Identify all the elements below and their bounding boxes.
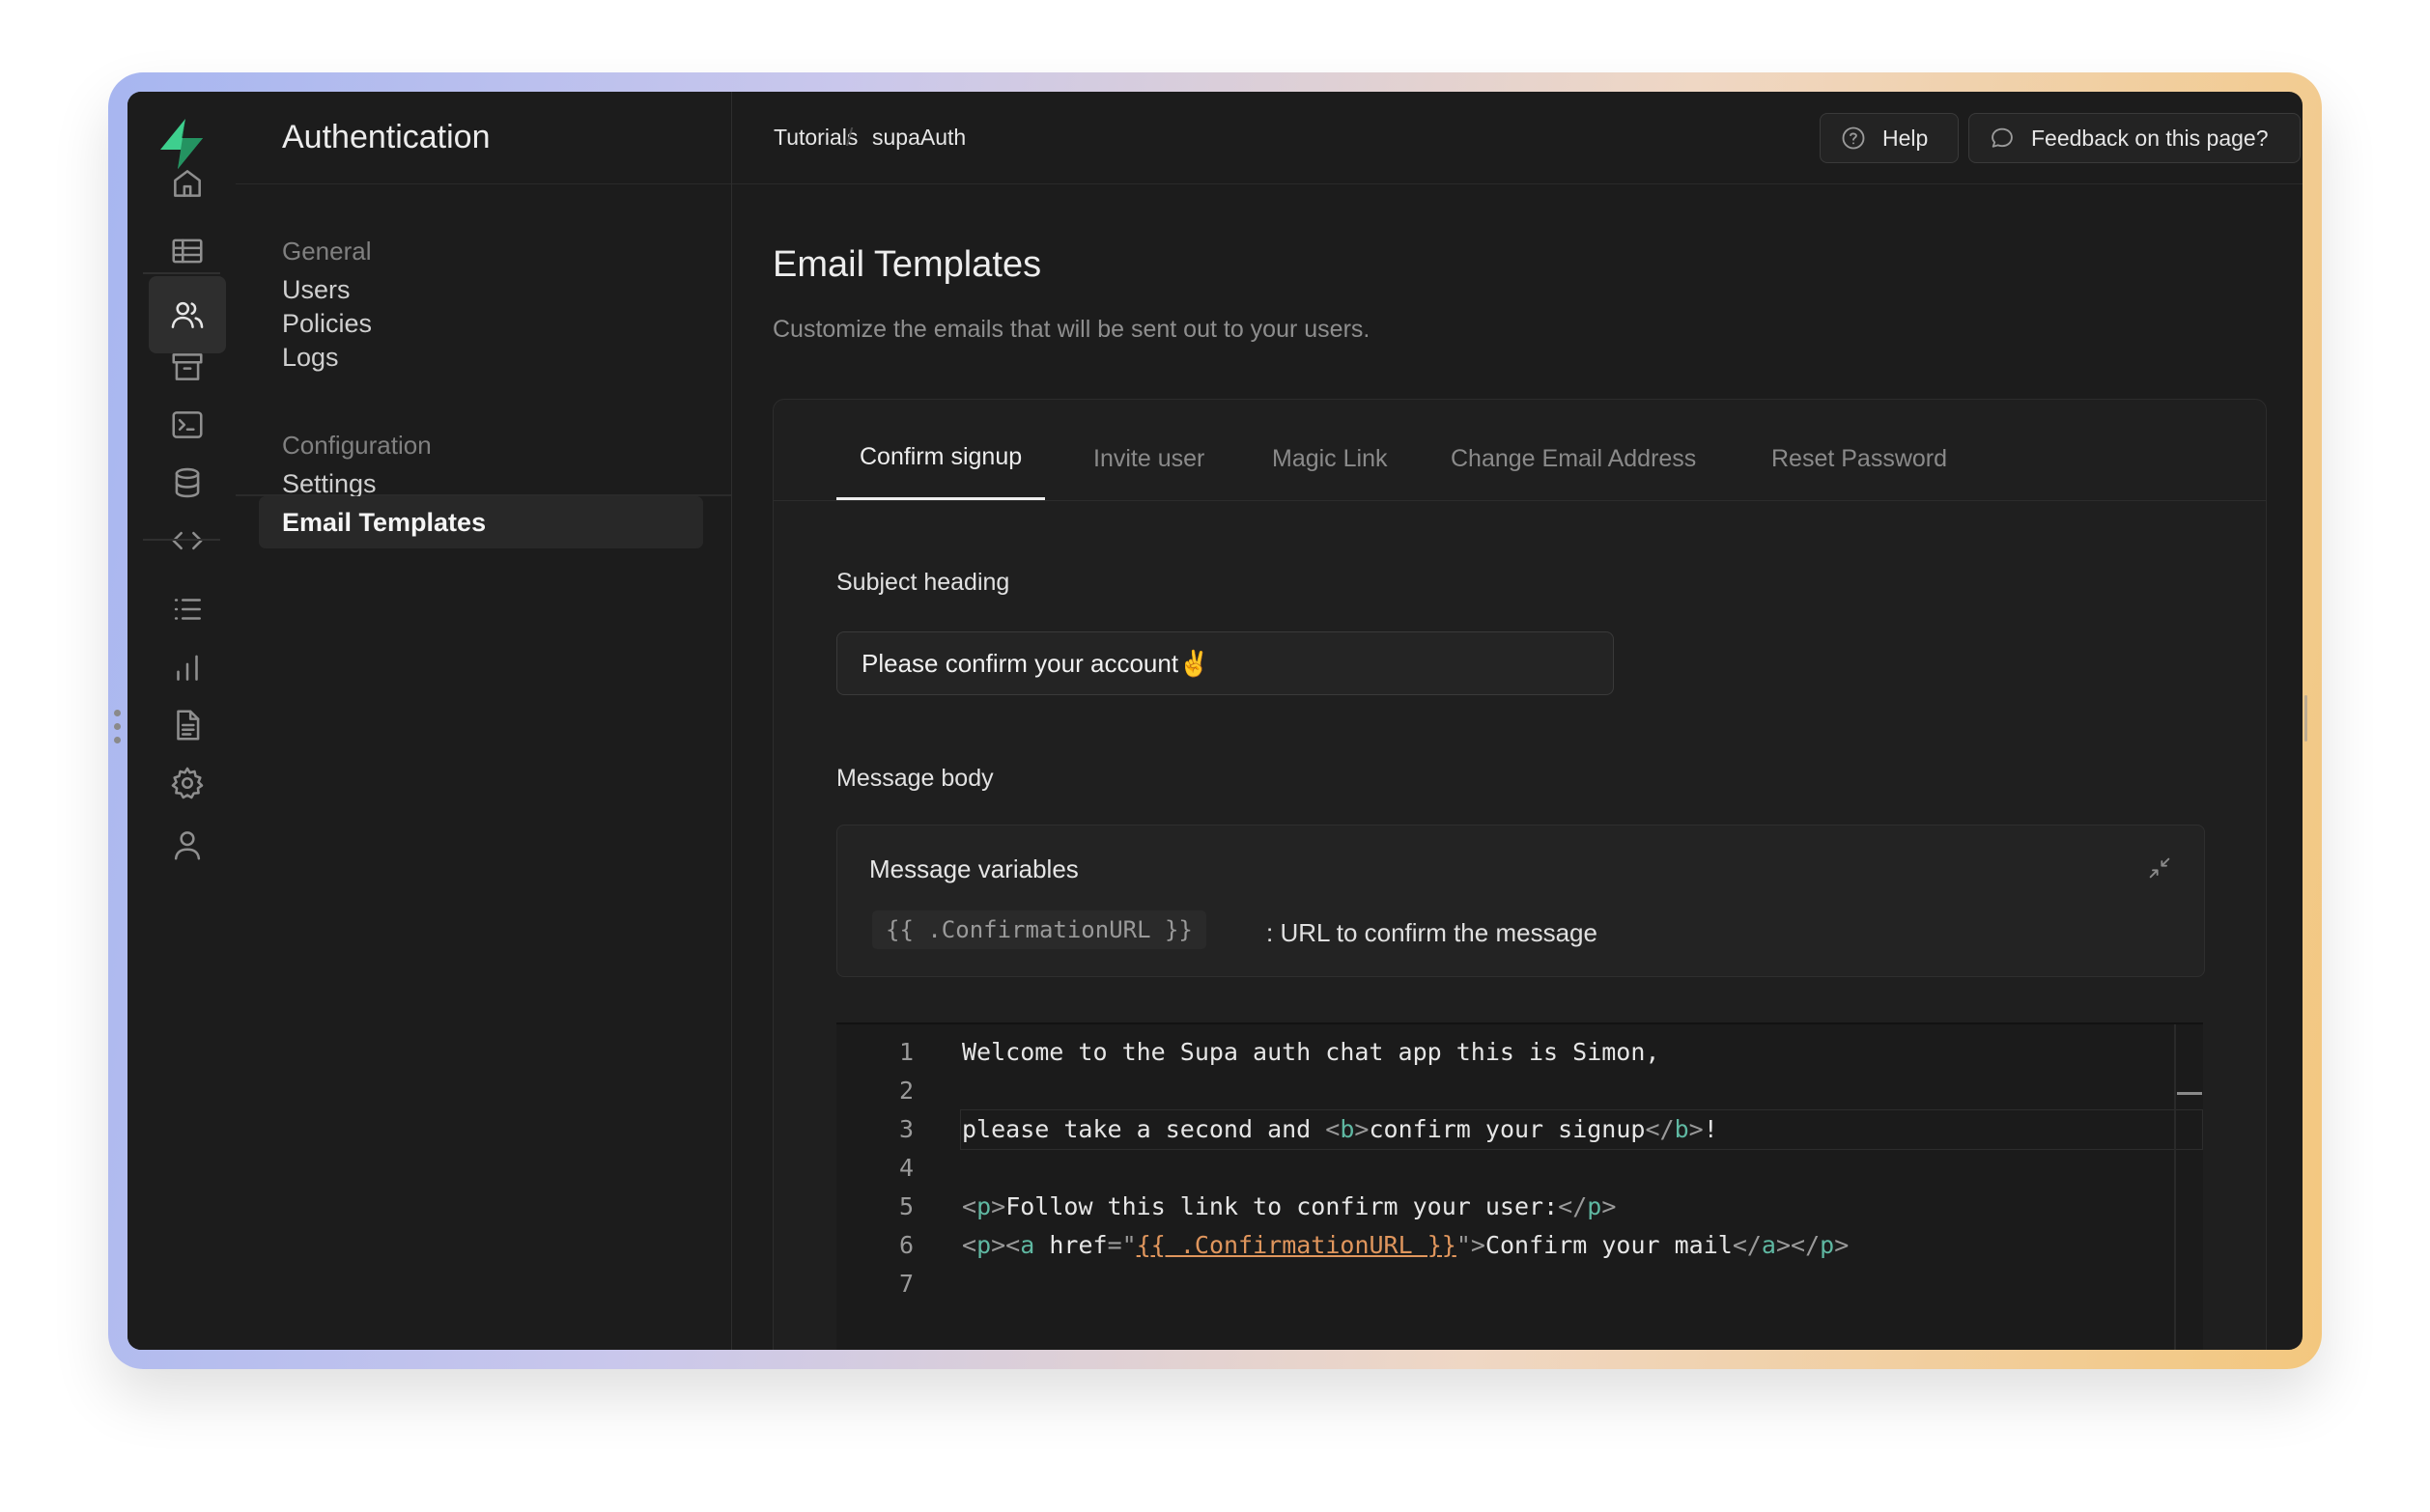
sidebar-item-policies[interactable]: Policies: [282, 309, 372, 339]
code-text: Follow this link to confirm your user:: [1005, 1192, 1559, 1220]
template-card: Confirm signup Invite user Magic Link Ch…: [773, 399, 2267, 1350]
tab-confirm-signup[interactable]: Confirm signup: [836, 400, 1046, 500]
tab-invite-user[interactable]: Invite user: [1070, 400, 1228, 500]
line-number: 6: [898, 1231, 914, 1259]
sidebar-title: Authentication: [282, 119, 491, 155]
code-line-1: Welcome to the Supa auth chat app this i…: [962, 1038, 1660, 1066]
app-window: Authentication General Users Policies Lo…: [127, 92, 2303, 1350]
section-general: General: [282, 237, 372, 266]
message-variables-panel: Message variables {{ .ConfirmationURL }}…: [836, 825, 2205, 977]
breadcrumb-separator: /: [846, 123, 854, 152]
code-line-6: <p><a href="{{ .ConfirmationURL }}">Conf…: [962, 1231, 1850, 1259]
page-subtitle: Customize the emails that will be sent o…: [773, 316, 1370, 343]
sidebar-item-logs[interactable]: Logs: [282, 343, 339, 373]
template-tabs: Confirm signup Invite user Magic Link Ch…: [774, 400, 2266, 501]
line-number: 5: [898, 1192, 914, 1220]
code-icon[interactable]: [149, 502, 226, 579]
tab-change-email-address[interactable]: Change Email Address: [1427, 400, 1719, 500]
tab-magic-link[interactable]: Magic Link: [1249, 400, 1411, 500]
variables-title: Message variables: [869, 854, 1079, 883]
home-icon[interactable]: [149, 145, 226, 222]
page-title: Email Templates: [773, 244, 1042, 285]
tab-reset-password[interactable]: Reset Password: [1748, 400, 1970, 500]
message-body-label: Message body: [836, 765, 994, 792]
scroll-position-marker: [2177, 1092, 2202, 1095]
code-text: confirm your signup: [1369, 1115, 1646, 1143]
sidebar-item-users[interactable]: Users: [282, 275, 351, 305]
variable-description: : URL to confirm the message: [1266, 918, 1597, 947]
top-bar: Tutorials / supaAuth Help Feedback on th…: [732, 92, 2303, 184]
code-line-3: please take a second and <b>confirm your…: [962, 1115, 1718, 1143]
sidebar-item-email-templates[interactable]: Email Templates: [259, 496, 703, 548]
breadcrumb-supaauth[interactable]: supaAuth: [872, 92, 966, 183]
editor-scrollbar[interactable]: [2174, 1024, 2176, 1350]
resize-handle[interactable]: [114, 710, 122, 750]
rail-divider: [143, 539, 220, 541]
line-number: 3: [898, 1115, 914, 1143]
line-number: 1: [898, 1038, 914, 1066]
collapse-icon[interactable]: [2146, 854, 2173, 882]
help-icon: [1842, 126, 1865, 150]
code-line-5: <p>Follow this link to confirm your user…: [962, 1192, 1617, 1220]
feedback-label: Feedback on this page?: [2031, 125, 2269, 151]
code-attr: href: [1049, 1231, 1108, 1259]
main-content: Email Templates Customize the emails tha…: [732, 184, 2303, 1350]
right-resize-handle[interactable]: [2304, 695, 2307, 742]
code-text: Confirm your mail: [1484, 1231, 1733, 1259]
help-button[interactable]: Help: [1820, 113, 1959, 163]
section-configuration: Configuration: [282, 431, 432, 460]
icon-rail: [127, 92, 237, 1350]
code-text: please take a second and: [962, 1115, 1326, 1143]
code-text: !: [1703, 1115, 1718, 1143]
line-number: 4: [898, 1154, 914, 1182]
sidebar-item-settings[interactable]: Settings: [282, 469, 377, 499]
code-string: {{ .ConfirmationURL }}: [1136, 1231, 1456, 1259]
chat-bubble-icon: [1992, 127, 2013, 148]
variable-code: {{ .ConfirmationURL }}: [872, 910, 1206, 949]
line-number: 7: [898, 1270, 914, 1298]
sidebar-header: Authentication: [236, 92, 731, 184]
code-editor[interactable]: 1 2 3 4 5 6 7 Welcome to the Supa auth c…: [836, 1022, 2203, 1350]
feedback-button[interactable]: Feedback on this page?: [1968, 113, 2301, 163]
auth-sidebar: Authentication General Users Policies Lo…: [236, 92, 732, 1350]
subject-input[interactable]: Please confirm your account✌️: [836, 631, 1614, 695]
user-icon[interactable]: [149, 806, 226, 883]
line-number: 2: [898, 1077, 914, 1105]
subject-label: Subject heading: [836, 569, 1010, 596]
help-label: Help: [1882, 125, 1929, 151]
